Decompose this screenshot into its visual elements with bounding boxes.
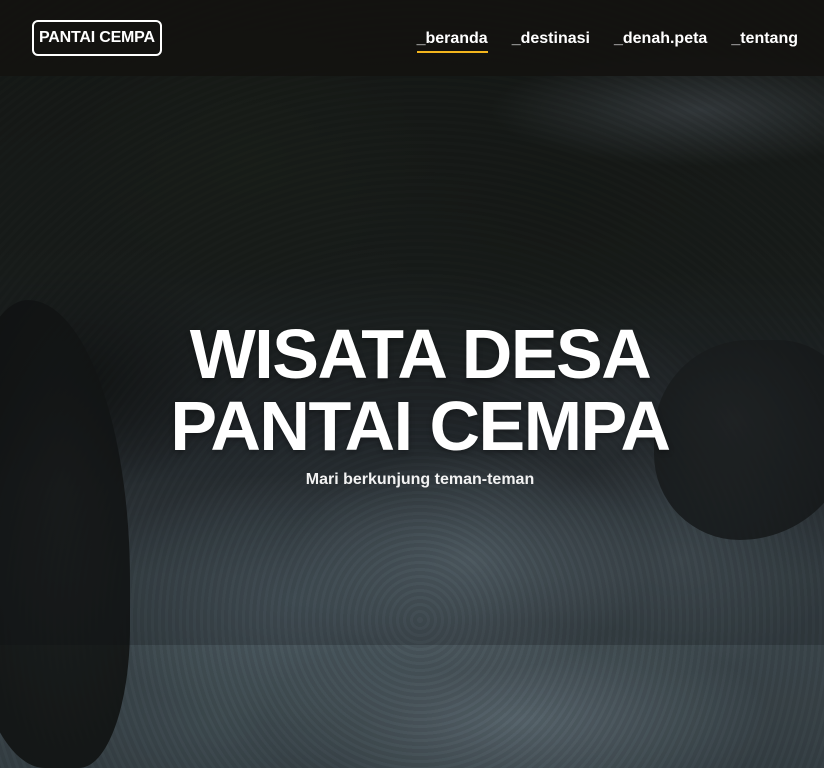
nav-item-destinasi[interactable]: _destinasi	[512, 29, 590, 49]
hero-section: WISATA DESA PANTAI CEMPA Mari berkunjung…	[0, 318, 824, 490]
hero-lower-overlay	[0, 645, 824, 768]
site-header: PANTAI CEMPA _beranda _destinasi _denah.…	[0, 0, 824, 76]
hero-title: WISATA DESA PANTAI CEMPA	[100, 318, 740, 462]
main-nav: _beranda _destinasi _denah.peta _tentang	[416, 29, 798, 53]
hero-subtitle: Mari berkunjung teman-teman	[305, 471, 535, 488]
hero-title-line-2: PANTAI CEMPA	[170, 387, 671, 465]
hero-title-line-1: WISATA DESA	[189, 315, 652, 393]
nav-item-beranda[interactable]: _beranda	[416, 29, 488, 53]
nav-item-tentang[interactable]: _tentang	[731, 29, 798, 49]
page: PANTAI CEMPA _beranda _destinasi _denah.…	[0, 0, 824, 768]
nav-item-denah-peta[interactable]: _denah.peta	[614, 29, 707, 49]
site-logo[interactable]: PANTAI CEMPA	[32, 20, 162, 56]
